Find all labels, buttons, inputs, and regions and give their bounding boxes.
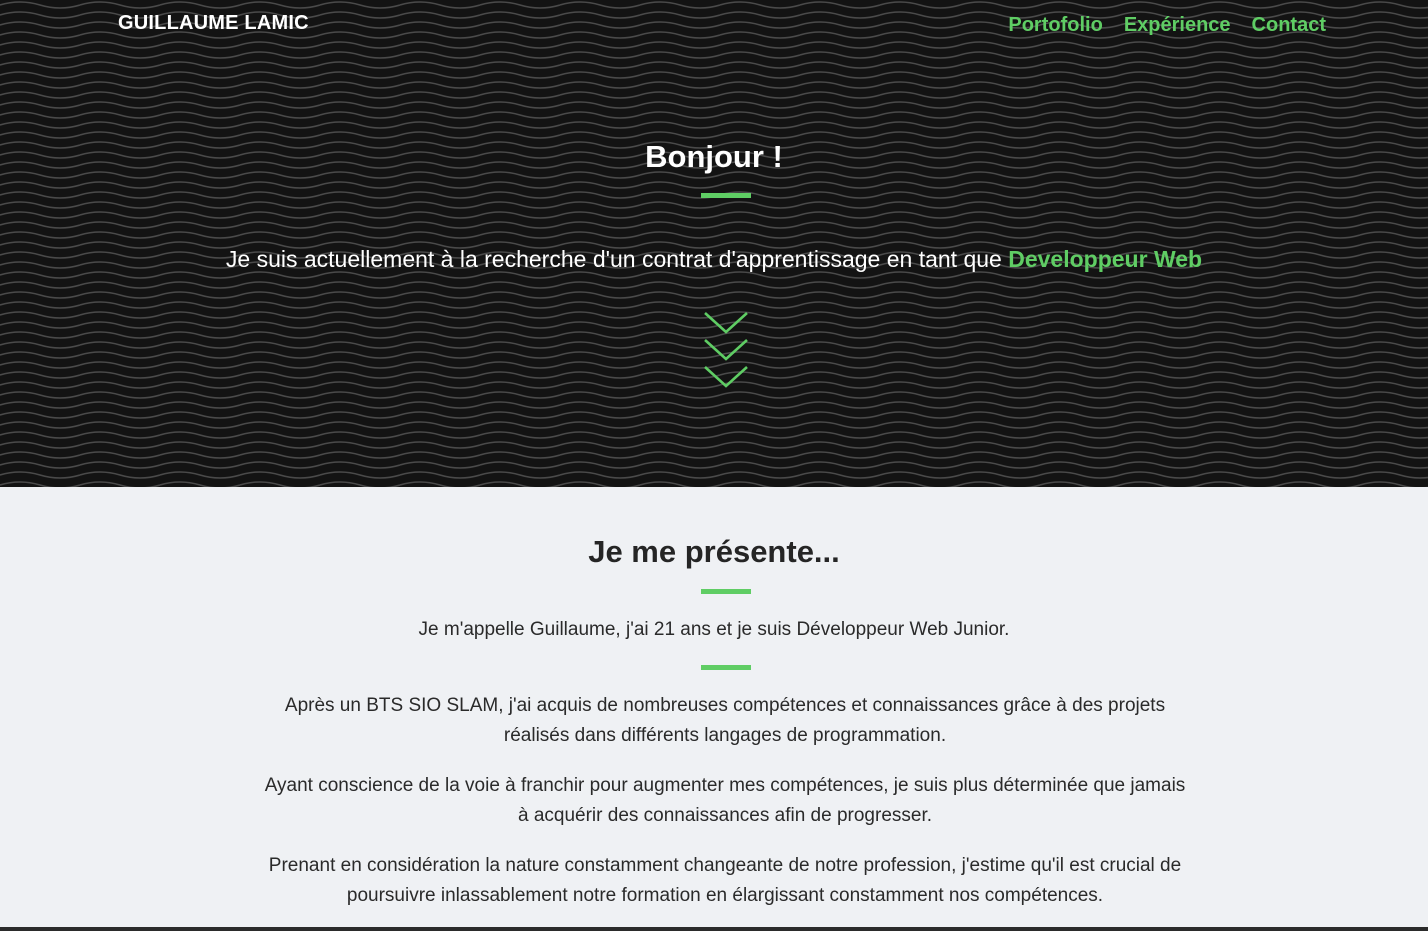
about-paragraph: Après un BTS SIO SLAM, j'ai acquis de no…	[284, 695, 1166, 746]
about-paragraph: Prenant en considération la nature const…	[268, 855, 1182, 906]
about-paragraph: Ayant conscience de la voie à franchir p…	[264, 775, 1186, 826]
triple-chevron-down-icon[interactable]	[703, 310, 749, 392]
hero-subtitle-text: Je suis actuellement à la recherche d'un…	[225, 246, 1009, 272]
about-intro-divider	[701, 665, 751, 670]
section-separator	[0, 927, 1428, 931]
site-brand[interactable]: GUILLAUME LAMIC	[118, 12, 309, 35]
about-intro: Je m'appelle Guillaume, j'ai 21 ans et j…	[418, 619, 1010, 640]
about-title: Je me présente...	[588, 534, 840, 569]
hero-subtitle-highlight: Developpeur Web	[1008, 246, 1203, 272]
main-nav: Portofolio Expérience Contact	[1008, 14, 1326, 37]
nav-link-experience[interactable]: Expérience	[1124, 14, 1231, 37]
hero-section: GUILLAUME LAMIC Portofolio Expérience Co…	[0, 0, 1428, 487]
hero-title-divider	[701, 193, 751, 198]
about-title-divider	[701, 589, 751, 594]
nav-link-portfolio[interactable]: Portofolio	[1008, 14, 1102, 37]
nav-link-contact[interactable]: Contact	[1252, 14, 1326, 37]
hero-title: Bonjour !	[645, 139, 783, 174]
wavy-pattern-background	[0, 0, 1428, 487]
hero-subtitle: Je suis actuellement à la recherche d'un…	[0, 246, 1428, 273]
